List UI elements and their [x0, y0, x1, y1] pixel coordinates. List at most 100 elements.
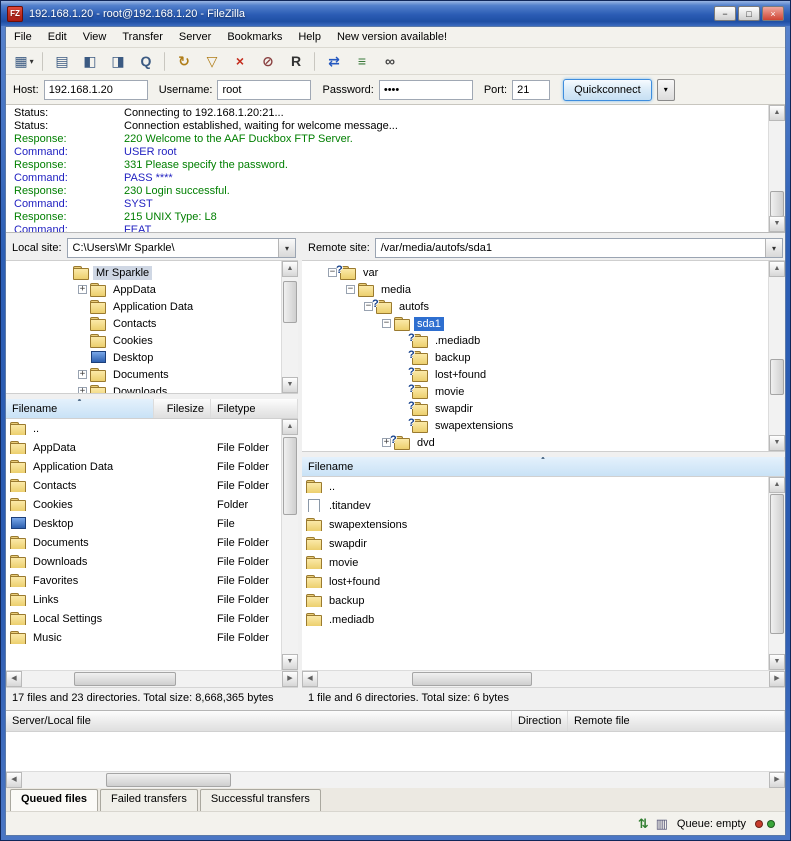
scroll-thumb[interactable] — [283, 281, 297, 323]
local-tree-item[interactable]: Application Data — [6, 298, 278, 315]
local-site-combo[interactable]: C:\Users\Mr Sparkle\ — [67, 238, 296, 258]
local-file-row[interactable]: Application Data File Folder — [6, 457, 281, 476]
remote-tree-item[interactable]: − ? var — [302, 264, 765, 281]
local-tree-item[interactable]: Desktop — [6, 349, 278, 366]
remote-site-combo[interactable]: /var/media/autofs/sda1 — [375, 238, 783, 258]
local-file-row[interactable]: AppData File Folder — [6, 438, 281, 457]
scroll-right-icon[interactable] — [769, 772, 785, 788]
find-files-button[interactable]: ∞ — [377, 50, 403, 73]
site-manager-button[interactable]: ▦▾ — [11, 50, 37, 73]
scroll-down-icon[interactable] — [769, 435, 785, 451]
disconnect-button[interactable]: ⊘ — [255, 50, 281, 73]
local-file-row[interactable]: Downloads File Folder — [6, 552, 281, 571]
remote-tree-item[interactable]: ? movie — [302, 383, 765, 400]
local-tree-item[interactable]: Mr Sparkle — [6, 264, 278, 281]
remote-file-row[interactable]: .mediadb — [302, 610, 768, 629]
remote-list-scrollbar[interactable] — [768, 477, 785, 670]
menu-new-version-available[interactable]: New version available! — [329, 28, 455, 46]
column-header-direction[interactable]: Direction — [512, 711, 568, 731]
local-file-row[interactable]: Music File Folder — [6, 628, 281, 647]
directory-comparison-button[interactable]: ⇄ — [321, 50, 347, 73]
column-header-filetype[interactable]: Filetype — [211, 399, 298, 418]
remote-tree-item[interactable]: − media — [302, 281, 765, 298]
scroll-thumb[interactable] — [106, 773, 231, 787]
remote-tree-item[interactable]: − ? autofs — [302, 298, 765, 315]
local-file-row[interactable]: Favorites File Folder — [6, 571, 281, 590]
scroll-down-icon[interactable] — [769, 654, 785, 670]
local-file-row[interactable]: .. — [6, 419, 281, 438]
maximize-button[interactable]: □ — [738, 6, 760, 21]
local-tree-scrollbar[interactable] — [281, 261, 298, 393]
remote-file-row[interactable]: .. — [302, 477, 768, 496]
menu-transfer[interactable]: Transfer — [114, 28, 171, 46]
scroll-thumb[interactable] — [770, 191, 784, 217]
scroll-thumb[interactable] — [283, 437, 297, 515]
remote-file-row[interactable]: .titandev — [302, 496, 768, 515]
column-header-remote-file[interactable]: Remote file — [568, 711, 785, 731]
minimize-button[interactable]: − — [714, 6, 736, 21]
remote-tree-item[interactable]: ? .mediadb — [302, 332, 765, 349]
scroll-down-icon[interactable] — [282, 377, 298, 393]
quickconnect-button[interactable]: Quickconnect — [563, 79, 652, 101]
close-button[interactable]: × — [762, 6, 784, 21]
local-file-row[interactable]: Documents File Folder — [6, 533, 281, 552]
cancel-button[interactable]: × — [227, 50, 253, 73]
reconnect-button[interactable]: R — [283, 50, 309, 73]
remote-file-row[interactable]: swapextensions — [302, 515, 768, 534]
scroll-up-icon[interactable] — [282, 419, 298, 435]
remote-file-row[interactable]: lost+found — [302, 572, 768, 591]
column-header-server-local-file[interactable]: Server/Local file — [6, 711, 512, 731]
refresh-button[interactable]: ↻ — [171, 50, 197, 73]
remote-tree-item[interactable]: ? backup — [302, 349, 765, 366]
tree-expander-icon[interactable]: + — [78, 387, 87, 394]
scroll-up-icon[interactable] — [769, 105, 785, 121]
tree-expander-icon[interactable]: + — [78, 370, 87, 379]
local-list-hscrollbar[interactable] — [6, 670, 298, 687]
menu-view[interactable]: View — [75, 28, 115, 46]
column-header-filename[interactable]: Filename — [302, 457, 785, 476]
log-scrollbar[interactable] — [768, 105, 785, 232]
local-tree-item[interactable]: Contacts — [6, 315, 278, 332]
combo-dropdown-icon[interactable] — [278, 239, 295, 257]
local-tree-item[interactable]: + Downloads — [6, 383, 278, 394]
local-file-row[interactable]: Local Settings File Folder — [6, 609, 281, 628]
tree-expander-icon[interactable]: + — [78, 285, 87, 294]
menu-bookmarks[interactable]: Bookmarks — [219, 28, 290, 46]
local-tree-item[interactable]: + Documents — [6, 366, 278, 383]
tree-expander-icon[interactable]: − — [382, 319, 391, 328]
titlebar[interactable]: FZ 192.168.1.20 - root@192.168.1.20 - Fi… — [1, 1, 790, 26]
scroll-left-icon[interactable] — [302, 671, 318, 687]
local-file-row[interactable]: Desktop File — [6, 514, 281, 533]
scroll-right-icon[interactable] — [769, 671, 785, 687]
scroll-down-icon[interactable] — [769, 216, 785, 232]
menu-edit[interactable]: Edit — [40, 28, 75, 46]
local-file-row[interactable]: Cookies Folder — [6, 495, 281, 514]
scroll-down-icon[interactable] — [282, 654, 298, 670]
host-input[interactable] — [44, 80, 148, 100]
menu-help[interactable]: Help — [290, 28, 329, 46]
quickconnect-dropdown-button[interactable]: ▾ — [657, 79, 675, 101]
port-input[interactable] — [512, 80, 550, 100]
column-header-filesize[interactable]: Filesize — [154, 399, 211, 418]
toggle-remote-tree-button[interactable]: ◨ — [105, 50, 131, 73]
local-file-row[interactable]: Links File Folder — [6, 590, 281, 609]
local-tree-item[interactable]: + AppData — [6, 281, 278, 298]
queue-hscrollbar[interactable] — [6, 771, 785, 788]
toggle-message-log-button[interactable]: ▤ — [49, 50, 75, 73]
remote-list-hscrollbar[interactable] — [302, 670, 785, 687]
remote-tree-scrollbar[interactable] — [768, 261, 785, 451]
remote-file-row[interactable]: backup — [302, 591, 768, 610]
menu-file[interactable]: File — [6, 28, 40, 46]
menu-server[interactable]: Server — [171, 28, 219, 46]
combo-dropdown-icon[interactable] — [765, 239, 782, 257]
scroll-thumb[interactable] — [770, 494, 784, 634]
filter-button[interactable]: ▽ — [199, 50, 225, 73]
scroll-right-icon[interactable] — [282, 671, 298, 687]
tab-queued-files[interactable]: Queued files — [10, 789, 98, 811]
column-header-filename[interactable]: Filename — [6, 399, 154, 418]
toggle-local-tree-button[interactable]: ◧ — [77, 50, 103, 73]
remote-file-row[interactable]: movie — [302, 553, 768, 572]
tree-expander-icon[interactable]: − — [346, 285, 355, 294]
scroll-thumb[interactable] — [74, 672, 176, 686]
scroll-up-icon[interactable] — [769, 261, 785, 277]
